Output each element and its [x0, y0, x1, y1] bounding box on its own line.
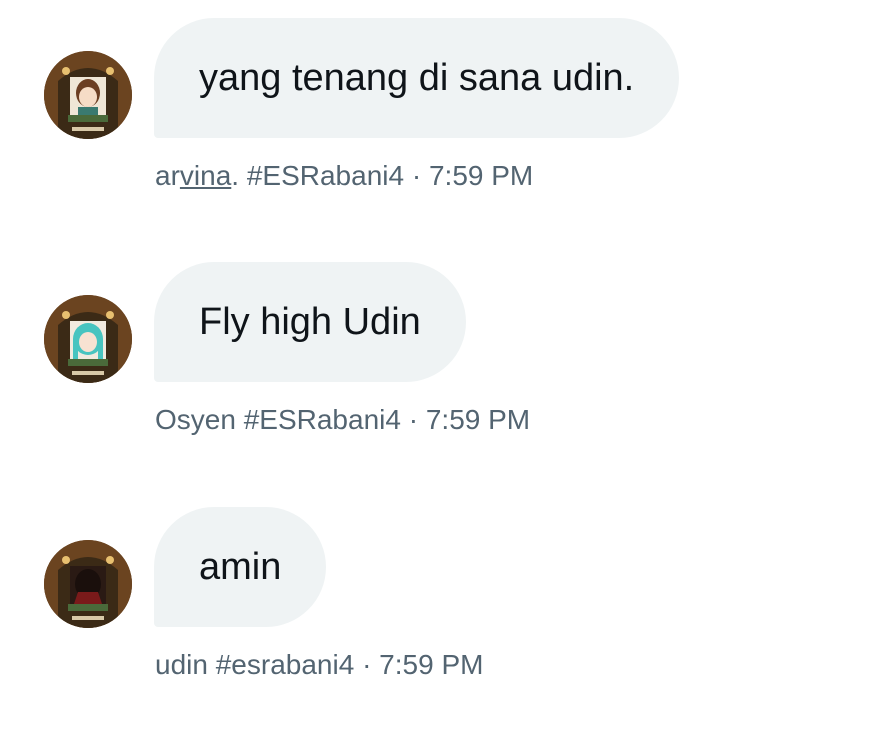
message-text: amin — [199, 545, 282, 588]
meta-separator: · — [411, 160, 422, 191]
message-text: yang tenang di sana udin. — [199, 56, 635, 99]
meta-separator: · — [362, 649, 372, 680]
sender-name[interactable]: udin — [155, 649, 208, 680]
sender-avatar[interactable] — [44, 51, 132, 139]
message-time: 7:59 PM — [379, 649, 484, 680]
message-bubble[interactable]: yang tenang di sana udin. — [154, 18, 680, 138]
message-time: 7:59 PM — [428, 160, 534, 191]
anime-girl-brown-hair-avatar-icon — [44, 51, 132, 139]
sender-tag: #esrabani4 — [215, 649, 355, 680]
message-meta: arvina. #ESRabani4 · 7:59 PM — [155, 160, 533, 192]
message-meta: Osyen #ESRabani4 · 7:59 PM — [155, 404, 530, 436]
sender-avatar[interactable] — [44, 295, 132, 383]
message-bubble[interactable]: amin — [154, 507, 327, 627]
sender-tag: #ESRabani4 — [243, 404, 401, 435]
anime-girl-teal-hair-avatar-icon — [44, 295, 132, 383]
message-text: Fly high Udin — [199, 300, 421, 343]
dark-hooded-figure-avatar-icon — [44, 540, 132, 628]
sender-tag: #ESRabani4 — [246, 160, 405, 191]
message-meta: udin #esrabani4 · 7:59 PM — [155, 649, 483, 681]
sender-name[interactable]: arvina. — [155, 160, 239, 191]
sender-avatar[interactable] — [44, 540, 132, 628]
message-time: 7:59 PM — [425, 404, 531, 435]
meta-separator: · — [408, 404, 419, 435]
sender-name[interactable]: Osyen — [155, 404, 236, 435]
message-bubble[interactable]: Fly high Udin — [154, 262, 466, 382]
